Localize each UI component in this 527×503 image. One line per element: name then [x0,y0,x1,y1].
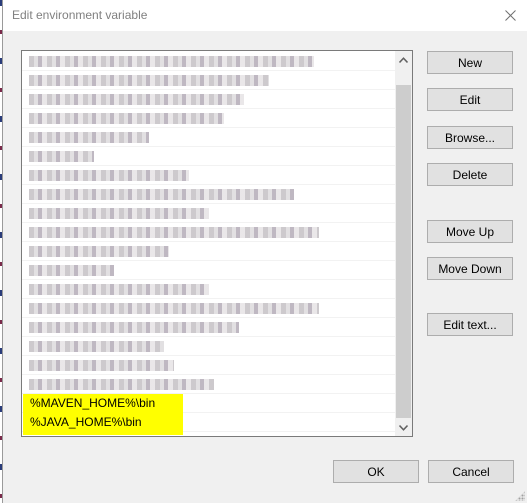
redacted-path-text [29,265,114,276]
vertical-scrollbar[interactable] [395,51,412,436]
redacted-path-text [29,341,164,352]
redacted-path-text [29,208,209,219]
chevron-down-icon [399,424,408,431]
redacted-path-text [29,189,294,200]
close-button[interactable] [493,0,527,31]
list-item[interactable] [22,71,396,90]
list-item[interactable] [22,147,396,166]
edit-button[interactable]: Edit [427,88,513,111]
path-list-rows: %MAVEN_HOME%\bin %JAVA_HOME%\bin [22,52,396,435]
ok-button[interactable]: OK [333,460,419,483]
scrollbar-thumb[interactable] [396,85,411,418]
list-item[interactable] [22,242,396,261]
list-item-highlighted[interactable]: %JAVA_HOME%\bin [22,413,396,435]
redacted-path-text [29,170,189,181]
list-item[interactable] [22,52,396,71]
redacted-path-text [29,284,209,295]
list-item[interactable] [22,337,396,356]
list-item[interactable] [22,204,396,223]
list-item[interactable] [22,280,396,299]
redacted-path-text [29,151,94,162]
delete-button[interactable]: Delete [427,163,513,186]
move-down-button[interactable]: Move Down [427,257,513,280]
list-item[interactable] [22,109,396,128]
cancel-button[interactable]: Cancel [428,460,514,483]
path-entry-text: %JAVA_HOME%\bin [30,415,142,429]
redacted-path-text [29,379,214,390]
new-button[interactable]: New [427,51,513,74]
redacted-path-text [29,246,169,257]
list-item[interactable] [22,185,396,204]
chevron-up-icon [399,56,408,63]
list-item[interactable] [22,318,396,337]
scroll-down-button[interactable] [395,419,412,436]
list-item[interactable] [22,299,396,318]
list-item[interactable] [22,128,396,147]
browse-button[interactable]: Browse... [427,126,513,149]
edit-environment-variable-dialog: Edit environment variable %MAVEN_HOME%\b… [2,0,527,503]
redacted-path-text [29,56,314,67]
redacted-path-text [29,132,149,143]
redacted-path-text [29,303,319,314]
redacted-path-text [29,94,244,105]
redacted-path-text [29,113,224,124]
list-item[interactable] [22,90,396,109]
move-up-button[interactable]: Move Up [427,220,513,243]
list-item[interactable] [22,223,396,242]
redacted-path-text [29,227,319,238]
list-item[interactable] [22,261,396,280]
redacted-path-text [29,322,239,333]
redacted-path-text [29,75,269,86]
list-item-highlighted[interactable]: %MAVEN_HOME%\bin [22,394,396,413]
list-item[interactable] [22,166,396,185]
path-list[interactable]: %MAVEN_HOME%\bin %JAVA_HOME%\bin [21,50,413,437]
path-entry-text: %MAVEN_HOME%\bin [30,396,156,410]
resize-grip[interactable] [515,491,525,501]
list-item[interactable] [22,375,396,394]
edit-text-button[interactable]: Edit text... [427,313,513,336]
close-icon [504,10,516,21]
redacted-path-text [29,360,174,371]
list-item[interactable] [22,356,396,375]
title-bar: Edit environment variable [3,0,527,31]
scroll-up-button[interactable] [395,51,412,68]
window-title: Edit environment variable [12,8,148,22]
